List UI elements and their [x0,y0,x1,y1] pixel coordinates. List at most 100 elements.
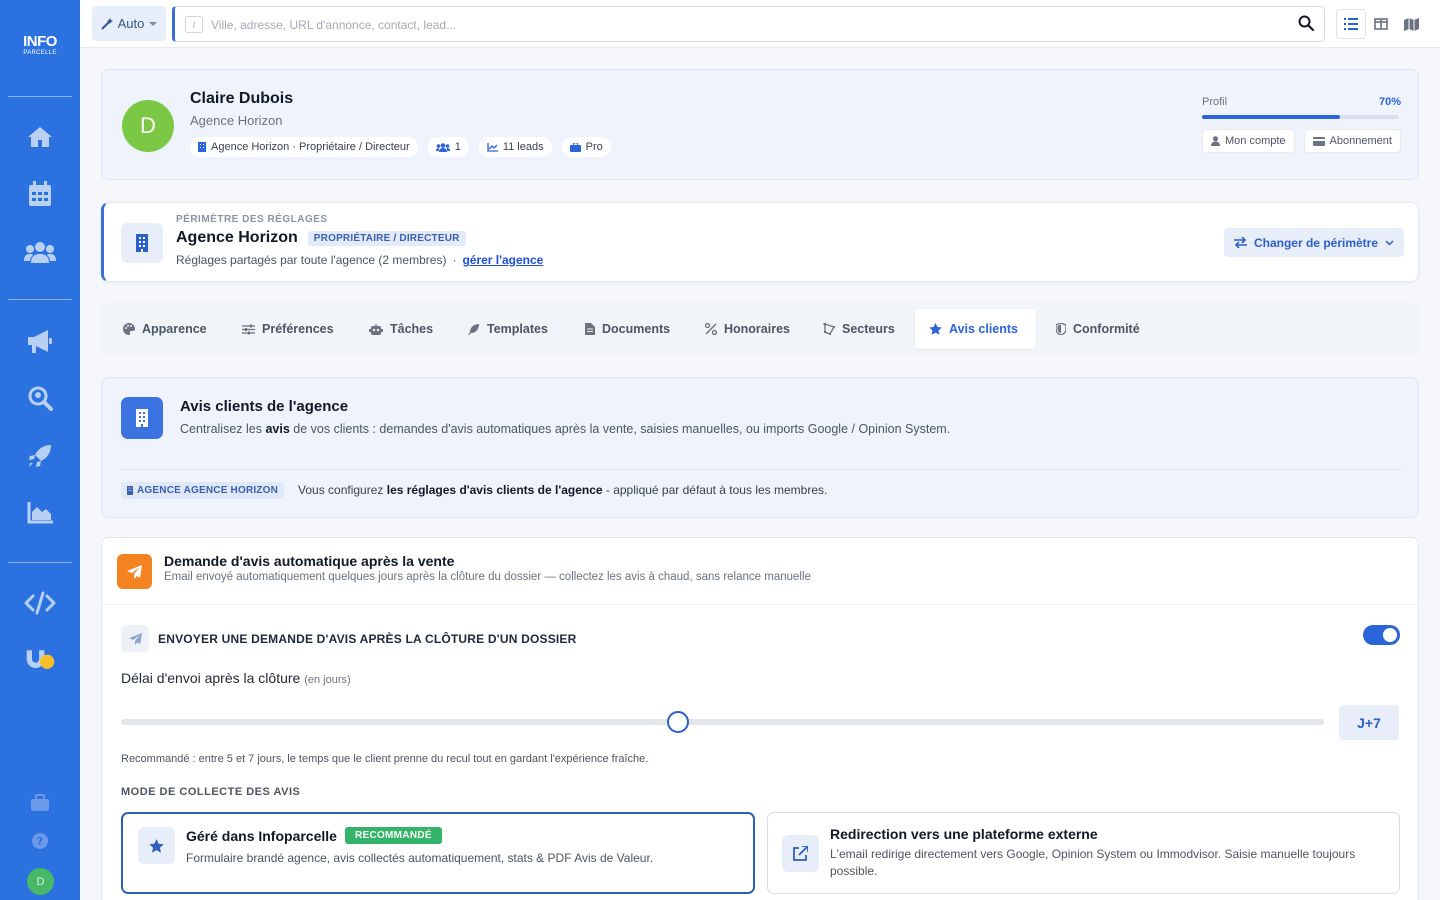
robot-icon [369,323,383,335]
user-avatar[interactable]: D [27,868,54,895]
external-link-icon [782,835,819,872]
auto-request-description: Email envoyé automatiquement quelques jo… [164,571,811,583]
tab-apparence[interactable]: Apparence [109,309,221,349]
view-switcher [1336,9,1426,39]
members-chip[interactable]: 1 [427,137,469,157]
list-view-button[interactable] [1336,9,1366,39]
tab-preferences[interactable]: Préférences [228,309,348,349]
reviews-title: Avis clients de l'agence [180,398,349,415]
map-view-button[interactable] [1396,9,1426,39]
leads-chip[interactable]: 11 leads [478,137,552,157]
star-icon [929,323,942,335]
building-icon [198,142,206,152]
tab-label: Avis clients [949,322,1019,336]
briefcase-icon[interactable] [24,787,56,819]
help-icon[interactable]: ? [24,825,56,857]
mode-option-infoparcelle[interactable]: Géré dans Infoparcelle RECOMMANDÉ Formul… [121,812,755,894]
plan-label: Pro [585,141,603,153]
home-icon[interactable] [24,121,56,153]
tab-documents[interactable]: Documents [571,309,684,349]
search-input[interactable] [211,15,1271,34]
delay-slider-thumb[interactable] [666,711,689,733]
profile-avatar[interactable]: D [122,100,174,152]
delay-slider[interactable] [121,711,1324,733]
members-count: 1 [454,141,461,153]
send-request-label: ENVOYER UNE DEMANDE D'AVIS APRÈS LA CLÔT… [158,632,577,646]
user-icon [1211,136,1220,146]
sliders-icon [242,324,255,334]
profile-agency: Agence Horizon [190,113,283,128]
my-account-button[interactable]: Mon compte [1202,129,1295,153]
list-icon [1344,18,1358,30]
plan-chip[interactable]: Pro [561,137,611,157]
desc-part: de vos clients : demandes d'avis automat… [289,422,951,436]
calendar-icon[interactable] [24,178,56,210]
feather-icon [468,324,479,335]
tab-conformite[interactable]: Conformité [1042,309,1154,349]
scope-title: Agence Horizon PROPRIÉTAIRE / DIRECTEUR [176,229,466,247]
scope-subtitle: Réglages partagés par toute l'agence (2 … [176,253,543,267]
desc-bold: avis [265,422,290,436]
tab-label: Tâches [390,322,434,336]
building-icon [127,486,133,495]
tab-honoraires[interactable]: Honoraires [691,309,804,349]
leads-count: 11 leads [502,141,544,153]
paper-plane-icon [117,554,152,589]
mode-title: Redirection vers une plateforme externe [830,826,1098,842]
credit-card-icon [1312,136,1325,146]
rocket-icon[interactable] [24,440,56,472]
shield-icon [1056,323,1066,335]
exchange-icon [1233,237,1247,248]
split-view-button[interactable] [1366,9,1396,39]
users-icon[interactable] [24,236,56,268]
delay-label-text: Délai d'envoi après la clôture [121,670,301,686]
search-shortcut-hint: / [185,16,203,33]
divider [102,604,1418,605]
send-request-toggle[interactable] [1363,625,1400,645]
reviews-intro-card: Avis clients de l'agence Centralisez les… [101,377,1419,518]
building-icon [121,223,163,263]
tab-avis-clients[interactable]: Avis clients [915,309,1036,349]
percent-icon [705,323,717,335]
profile-progress-label: Profil [1202,96,1228,108]
search-location-icon[interactable] [24,382,56,414]
manage-agency-link[interactable]: gérer l'agence [462,253,543,267]
profile-card: D Claire Dubois Agence Horizon Agence Ho… [101,69,1419,180]
auto-request-title: Demande d'avis automatique après la vent… [164,553,455,569]
desc-part: Centralisez les [180,422,266,436]
sidebar-divider [8,562,72,563]
tab-secteurs[interactable]: Secteurs [809,309,909,349]
search-icon[interactable] [1298,15,1315,34]
my-account-label: Mon compte [1225,135,1286,147]
mode-description: L'email redirige directement vers Google… [830,847,1356,878]
profile-name: Claire Dubois [190,90,294,107]
tab-templates[interactable]: Templates [454,309,562,349]
mode-dropdown[interactable]: Auto [92,6,166,41]
change-scope-button[interactable]: Changer de périmètre [1224,228,1404,257]
role-badge: PROPRIÉTAIRE / DIRECTEUR [307,230,466,246]
magic-wand-icon [100,17,113,30]
tab-taches[interactable]: Tâches [355,309,447,349]
mode-label: Auto [117,16,145,31]
megaphone-icon[interactable] [24,325,56,357]
chart-area-icon[interactable] [24,497,56,529]
star-icon [138,827,175,864]
divider [121,469,1401,470]
delay-unit: (en jours) [304,674,351,686]
profile-progress-bar [1202,115,1399,119]
tab-label: Templates [487,322,548,336]
subscription-button[interactable]: Abonnement [1303,129,1401,153]
magnet-icon[interactable] [24,644,56,676]
note-bold: les réglages d'avis clients de l'agence [386,483,603,497]
recommended-badge: RECOMMANDÉ [344,827,442,844]
code-icon[interactable] [24,587,56,619]
mode-option-external[interactable]: Redirection vers une plateforme externe … [767,812,1400,894]
profile-progress-fill [1202,115,1340,119]
note-part: Vous configurez [298,483,387,497]
app-logo[interactable]: INFO PARCELLE [0,34,80,57]
scope-title-text: Agence Horizon [176,229,298,246]
role-chip[interactable]: Agence Horizon · Propriétaire / Directeu… [190,137,418,157]
svg-text:?: ? [37,835,43,848]
building-icon [121,397,163,439]
tab-label: Documents [602,322,671,336]
